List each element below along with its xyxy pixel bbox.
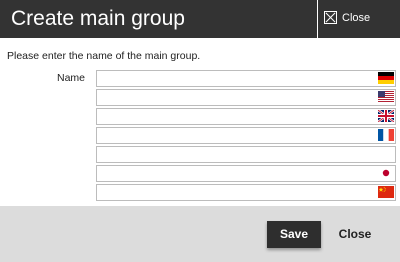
name-field-english-us[interactable] [96,89,396,106]
flag-de-icon [378,72,394,84]
name-field-german[interactable] [96,70,396,87]
name-input-chinese[interactable] [99,185,369,200]
flag-jp-icon [378,167,394,179]
flag-fr-icon [378,129,394,141]
name-input-french[interactable] [99,128,369,143]
close-button[interactable]: Close [331,221,379,248]
name-label: Name [57,72,86,84]
name-field-english-uk[interactable] [96,108,396,125]
create-main-group-dialog: Create main group Close Please enter the… [0,0,400,262]
flag-us-icon [378,91,394,103]
name-field-other[interactable] [96,146,396,163]
dialog-footer: Save Close [0,206,400,262]
name-input-english-us[interactable] [99,90,369,105]
flag-gb-icon [378,110,394,122]
titlebar-close-button[interactable]: Close [317,0,400,38]
name-input-english-uk[interactable] [99,109,369,124]
close-icon [324,11,337,24]
name-field-japanese[interactable] [96,165,396,182]
name-field-chinese[interactable] [96,184,396,201]
instruction-text: Please enter the name of the main group. [7,50,201,62]
save-button[interactable]: Save [267,221,321,248]
dialog-title: Create main group [11,7,185,30]
name-input-german[interactable] [99,71,369,86]
titlebar-close-label: Close [342,12,371,24]
flag-cn-icon [378,186,394,198]
name-input-other[interactable] [99,147,369,162]
name-field-french[interactable] [96,127,396,144]
dialog-titlebar: Create main group Close [0,0,400,38]
name-input-japanese[interactable] [99,166,369,181]
